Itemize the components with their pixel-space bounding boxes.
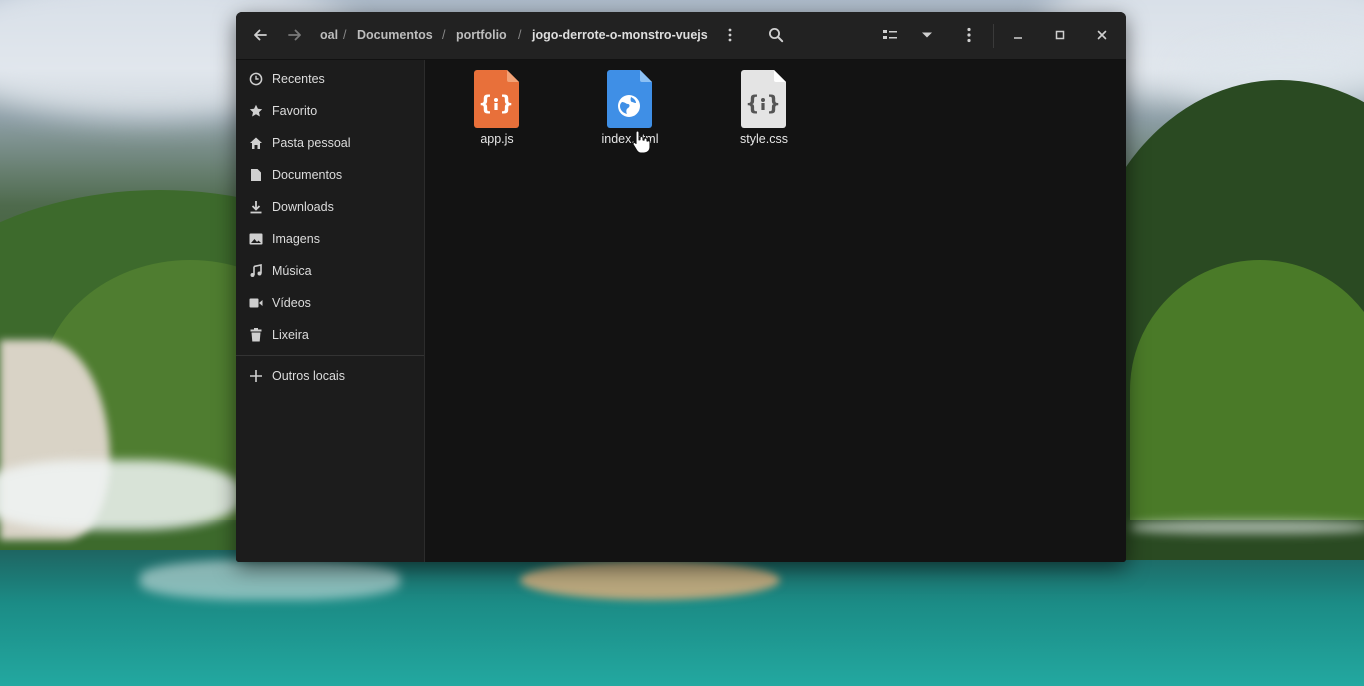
file-view: { } app.js index.html { } style.css (425, 60, 1126, 562)
video-icon (248, 295, 264, 311)
sidebar-item-lixeira[interactable]: Lixeira (236, 319, 424, 351)
html-file-icon (607, 70, 652, 128)
sidebar-item-label: Música (272, 264, 312, 278)
file-manager-window: oal / Documentos / portfolio / jogo-derr… (236, 12, 1126, 562)
minimize-button[interactable] (1002, 19, 1034, 51)
document-icon (248, 167, 264, 183)
minimize-icon (1014, 37, 1022, 39)
download-icon (248, 199, 264, 215)
maximize-button[interactable] (1044, 19, 1076, 51)
sidebar-item-label: Outros locais (272, 369, 345, 383)
maximize-icon (1055, 30, 1065, 40)
sidebar-item-pasta-pessoal[interactable]: Pasta pessoal (236, 127, 424, 159)
file-item[interactable]: { } style.css (714, 70, 814, 154)
sidebar-item-videos[interactable]: Vídeos (236, 287, 424, 319)
breadcrumb-separator: / (343, 28, 347, 42)
sidebar-item-label: Vídeos (272, 296, 311, 310)
search-icon (769, 28, 784, 43)
chevron-down-icon (922, 32, 932, 38)
view-options-dropdown[interactable] (911, 19, 943, 51)
sidebar-item-label: Pasta pessoal (272, 136, 351, 150)
file-name: index.html (601, 132, 659, 146)
sidebar-item-label: Imagens (272, 232, 320, 246)
breadcrumb-home[interactable]: oal (320, 27, 338, 44)
sidebar-item-downloads[interactable]: Downloads (236, 191, 424, 223)
header-bar: oal / Documentos / portfolio / jogo-derr… (236, 12, 1126, 60)
breadcrumb-current-folder[interactable]: jogo-derrote-o-monstro-vuejs (532, 27, 708, 44)
header-divider (993, 24, 994, 48)
folder-menu-button[interactable] (718, 19, 742, 51)
plus-icon (248, 368, 264, 384)
sidebar-item-outros-locais[interactable]: Outros locais (236, 360, 424, 392)
sidebar-item-label: Downloads (272, 200, 334, 214)
arrow-left-icon (254, 29, 267, 41)
list-view-icon (883, 30, 897, 39)
view-mode-button[interactable] (874, 19, 906, 51)
breadcrumb-separator: / (442, 28, 446, 42)
breadcrumb-separator: / (518, 28, 522, 42)
sidebar-item-documentos[interactable]: Documentos (236, 159, 424, 191)
back-button[interactable] (244, 19, 276, 51)
sidebar-item-musica[interactable]: Música (236, 255, 424, 287)
javascript-file-icon: { } (474, 70, 519, 128)
home-icon (248, 135, 264, 151)
sidebar-item-label: Favorito (272, 104, 318, 118)
trash-icon (248, 327, 264, 343)
places-sidebar: Recentes Favorito Pasta pessoal Document… (236, 60, 425, 562)
vertical-dots-icon (728, 28, 732, 42)
clock-icon (248, 71, 264, 87)
search-button[interactable] (760, 19, 792, 51)
sidebar-item-recentes[interactable]: Recentes (236, 63, 424, 95)
vertical-dots-icon (967, 27, 971, 43)
star-icon (248, 103, 264, 119)
sidebar-item-imagens[interactable]: Imagens (236, 223, 424, 255)
file-name: app.js (480, 132, 514, 146)
sidebar-item-favorito[interactable]: Favorito (236, 95, 424, 127)
breadcrumb-portfolio[interactable]: portfolio (456, 27, 507, 44)
file-item[interactable]: index.html (580, 70, 680, 154)
main-menu-button[interactable] (953, 19, 985, 51)
sidebar-item-label: Lixeira (272, 328, 309, 342)
file-name: style.css (740, 132, 788, 146)
arrow-right-icon (288, 29, 301, 41)
image-icon (248, 231, 264, 247)
forward-button[interactable] (279, 19, 311, 51)
breadcrumb-documentos[interactable]: Documentos (357, 27, 433, 44)
close-button[interactable] (1086, 19, 1118, 51)
sidebar-item-label: Recentes (272, 72, 325, 86)
music-icon (248, 263, 264, 279)
sidebar-divider (236, 355, 424, 356)
sidebar-item-label: Documentos (272, 168, 343, 182)
close-icon (1097, 30, 1107, 40)
file-item[interactable]: { } app.js (447, 70, 547, 154)
css-file-icon: { } (741, 70, 786, 128)
